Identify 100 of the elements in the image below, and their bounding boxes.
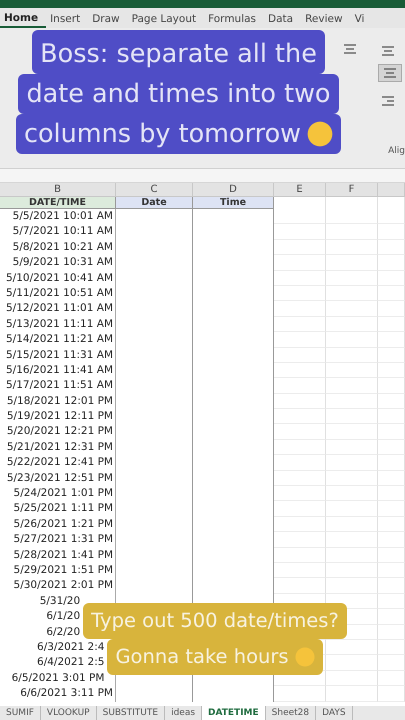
caption-text: Gonna take hours <box>115 644 289 670</box>
table-cell <box>326 301 378 317</box>
table-cell <box>326 409 378 424</box>
table-cell <box>274 301 326 317</box>
table-cell <box>378 686 405 702</box>
column-header[interactable]: C <box>116 183 193 197</box>
caption-text: date and times into two <box>26 78 331 111</box>
table-cell: 5/5/2021 10:01 AM <box>0 209 116 224</box>
table-cell: 5/25/2021 1:11 PM <box>0 501 116 517</box>
table-header-cell: Time <box>193 197 274 209</box>
table-cell <box>378 348 405 363</box>
table-cell <box>274 362 326 378</box>
table-cell: 5/15/2021 11:31 AM <box>0 348 116 363</box>
table-cell: 5/13/2021 11:11 AM <box>0 316 116 332</box>
sheet-tab[interactable]: VLOOKUP <box>40 706 97 720</box>
table-cell <box>378 332 405 348</box>
table-cell <box>274 270 326 286</box>
table-cell <box>326 532 378 548</box>
sheet-tab[interactable]: Sheet28 <box>266 706 316 720</box>
table-cell <box>326 240 378 256</box>
ribbon-tab[interactable]: Vi <box>350 8 372 28</box>
table-cell <box>326 486 378 502</box>
table-cell <box>378 270 405 286</box>
ribbon-tab[interactable]: Draw <box>88 8 128 28</box>
table-cell: 5/7/2021 10:11 AM <box>0 224 116 240</box>
table-cell <box>378 516 405 532</box>
table-cell: 5/29/2021 1:51 PM <box>0 562 116 578</box>
table-cell <box>274 455 326 471</box>
table-cell: 5/14/2021 11:21 AM <box>0 332 116 348</box>
table-cell <box>326 578 378 594</box>
table-cell: 5/20/2021 12:21 PM <box>0 424 116 440</box>
table-cell <box>326 562 378 578</box>
table-cell <box>274 255 326 271</box>
table-cell: 5/12/2021 11:01 AM <box>0 301 116 317</box>
table-cell <box>274 378 326 394</box>
table-cell: 5/18/2021 12:01 PM <box>0 394 116 410</box>
table-cell <box>378 624 405 640</box>
align-icon[interactable] <box>342 43 358 55</box>
table-cell <box>326 378 378 394</box>
table-cell <box>326 394 378 410</box>
table-cell: 5/8/2021 10:21 AM <box>0 240 116 256</box>
table-cell <box>378 362 405 378</box>
table-cell <box>274 409 326 424</box>
table-cell <box>378 424 405 440</box>
table-cell <box>378 209 405 224</box>
table-cell <box>326 501 378 517</box>
indent-icon[interactable] <box>380 95 396 107</box>
table-cell <box>378 409 405 424</box>
table-cell <box>378 578 405 594</box>
table-cell <box>378 640 405 656</box>
table-cell <box>274 224 326 240</box>
column-header[interactable]: E <box>274 183 326 197</box>
table-cell: 6/6/2021 3:11 PM <box>0 686 116 702</box>
table-cell: 5/28/2021 1:41 PM <box>0 548 116 563</box>
table-cell: 5/9/2021 10:31 AM <box>0 255 116 271</box>
column-header[interactable]: F <box>326 183 378 197</box>
table-cell <box>274 562 326 578</box>
table-cell <box>326 455 378 471</box>
table-cell <box>378 440 405 456</box>
table-cell: 5/23/2021 12:51 PM <box>0 470 116 486</box>
ribbon-tab[interactable]: Insert <box>46 8 88 28</box>
align-icon[interactable] <box>380 45 396 57</box>
table-cell <box>326 362 378 378</box>
table-cell: 5/22/2021 12:41 PM <box>0 455 116 471</box>
table-cell: 5/21/2021 12:31 PM <box>0 440 116 456</box>
column-header[interactable]: B <box>0 183 116 197</box>
table-cell <box>378 224 405 240</box>
table-cell <box>378 594 405 610</box>
sheet-tab[interactable]: SUBSTITUTE <box>96 706 166 720</box>
table-cell <box>274 394 326 410</box>
ribbon-tab[interactable]: Data <box>264 8 302 28</box>
table-cell: 5/27/2021 1:31 PM <box>0 532 116 548</box>
table-header-cell: DATE/TIME <box>0 197 116 209</box>
table-cell <box>274 516 326 532</box>
table-cell <box>378 301 405 317</box>
table-cell <box>274 209 326 224</box>
sheet-tab[interactable]: SUMIF <box>0 706 41 720</box>
table-cell <box>378 486 405 502</box>
table-cell <box>326 655 378 671</box>
emoji-icon <box>294 647 315 667</box>
ribbon-tab[interactable]: Formulas <box>204 8 264 28</box>
table-cell <box>274 316 326 332</box>
table-cell <box>326 548 378 563</box>
table-cell: 5/10/2021 10:41 AM <box>0 270 116 286</box>
table-cell <box>274 532 326 548</box>
align-center-icon[interactable] <box>378 64 402 82</box>
table-cell <box>326 424 378 440</box>
table-cell <box>274 348 326 363</box>
table-cell <box>378 378 405 394</box>
column-header[interactable]: D <box>193 183 274 197</box>
table-cell <box>378 501 405 517</box>
table-cell <box>326 224 378 240</box>
ribbon-tab[interactable]: Review <box>301 8 351 28</box>
table-cell <box>326 255 378 271</box>
table-cell <box>378 255 405 271</box>
sheet-tab[interactable]: DATETIME <box>202 706 266 720</box>
sheet-tab[interactable]: DAYS <box>316 706 353 720</box>
ribbon-tab[interactable]: Page Layout <box>128 8 204 28</box>
table-header-cell: Date <box>116 197 193 209</box>
table-cell <box>378 562 405 578</box>
